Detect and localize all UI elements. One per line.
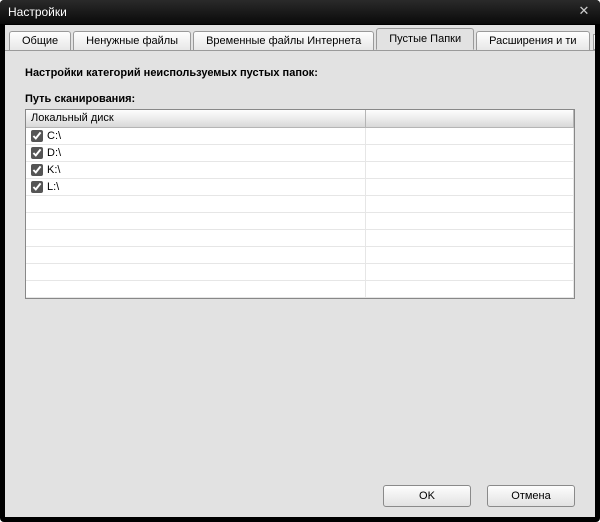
table-row-empty <box>26 230 574 247</box>
settings-window: Настройки ✕ Общие Ненужные файлы Временн… <box>0 0 600 522</box>
row-checkbox[interactable] <box>31 164 43 176</box>
tab-junk-files[interactable]: Ненужные файлы <box>73 31 191 51</box>
tab-internet-temp[interactable]: Временные файлы Интернета <box>193 31 374 51</box>
cell-path: K:\ <box>26 162 366 178</box>
cell-empty <box>366 128 574 144</box>
row-checkbox[interactable] <box>31 130 43 142</box>
table-row-empty <box>26 196 574 213</box>
cell-empty <box>366 162 574 178</box>
row-checkbox[interactable] <box>31 181 43 193</box>
cell-path: D:\ <box>26 145 366 161</box>
cell-empty <box>366 179 574 195</box>
table-row[interactable]: D:\ <box>26 145 574 162</box>
client-area: Общие Ненужные файлы Временные файлы Инт… <box>4 24 596 518</box>
section-heading: Настройки категорий неиспользуемых пусты… <box>25 67 575 79</box>
tab-empty-folders[interactable]: Пустые Папки <box>376 28 474 50</box>
titlebar[interactable]: Настройки ✕ <box>0 0 600 24</box>
table-row-empty <box>26 264 574 281</box>
row-path-label: L:\ <box>47 181 59 193</box>
dialog-buttons: OK Отмена <box>5 475 595 517</box>
grid-header-local-disk[interactable]: Локальный диск <box>26 110 366 127</box>
row-path-label: K:\ <box>47 164 60 176</box>
window-title: Настройки <box>8 5 574 19</box>
tab-content: Настройки категорий неиспользуемых пусты… <box>5 51 595 475</box>
tab-extensions[interactable]: Расширения и ти <box>476 31 589 51</box>
cancel-button[interactable]: Отмена <box>487 485 575 507</box>
cell-empty <box>366 145 574 161</box>
section-subheading: Путь сканирования: <box>25 93 575 105</box>
tab-scroll-controls: ◄ ► <box>592 34 595 50</box>
grid-header: Локальный диск <box>26 110 574 128</box>
scan-path-grid: Локальный диск C:\ D:\ K:\ L:\ <box>25 109 575 299</box>
cell-path: C:\ <box>26 128 366 144</box>
row-path-label: C:\ <box>47 130 61 142</box>
table-row-empty <box>26 247 574 264</box>
tab-scroll-left-icon[interactable]: ◄ <box>593 34 595 50</box>
tab-strip: Общие Ненужные файлы Временные файлы Инт… <box>5 25 595 51</box>
row-path-label: D:\ <box>47 147 61 159</box>
table-row-empty <box>26 281 574 298</box>
ok-button[interactable]: OK <box>383 485 471 507</box>
table-row[interactable]: C:\ <box>26 128 574 145</box>
grid-header-col2[interactable] <box>366 110 574 127</box>
close-icon[interactable]: ✕ <box>574 3 594 21</box>
tab-general[interactable]: Общие <box>9 31 71 51</box>
row-checkbox[interactable] <box>31 147 43 159</box>
grid-body: C:\ D:\ K:\ L:\ <box>26 128 574 298</box>
table-row[interactable]: K:\ <box>26 162 574 179</box>
table-row[interactable]: L:\ <box>26 179 574 196</box>
table-row-empty <box>26 213 574 230</box>
cell-path: L:\ <box>26 179 366 195</box>
